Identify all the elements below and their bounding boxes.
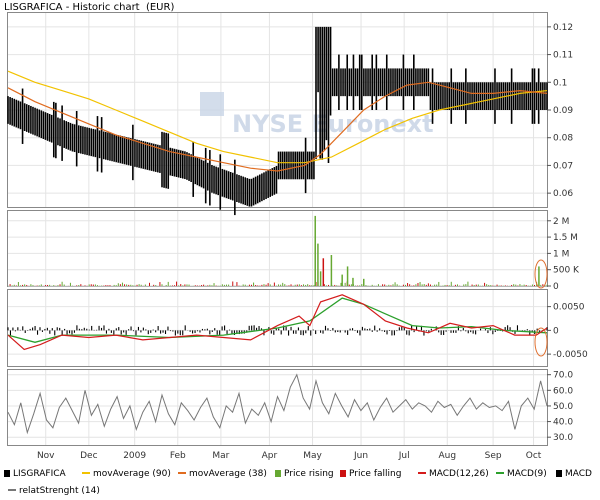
y-tick-label: 0.08: [553, 134, 573, 144]
legend-item: relatStrenght (14): [8, 483, 100, 500]
x-tick-label: Jul: [398, 451, 410, 461]
legend-swatch: [178, 472, 186, 474]
watermark-text: NYSE Euronext: [232, 110, 434, 138]
y-tick-label: 1.5 M: [553, 233, 578, 243]
legend-label: LISGRAFICA: [13, 469, 66, 479]
y-tick-label: 40.0: [553, 418, 573, 428]
legend-item: Price falling: [340, 466, 401, 483]
x-tick-label: Aug: [438, 451, 456, 461]
y-tick-label: -0.0050: [553, 350, 588, 360]
y-tick-label: 30.0: [553, 433, 573, 443]
y-tick-label: 0.12: [553, 23, 573, 33]
legend-label: Price falling: [349, 469, 402, 479]
legend-label: MACD(12,26): [429, 469, 489, 479]
x-tick-label: Mar: [212, 451, 229, 461]
legend-item: MACD(9): [496, 466, 547, 483]
watermark-logo: [200, 92, 224, 116]
legend-swatch: [556, 470, 562, 477]
x-tick-label: Oct: [526, 451, 542, 461]
legend-item: movAverage (38): [178, 466, 267, 483]
legend-label: MACD(9): [507, 469, 547, 479]
x-tick-label: May: [303, 451, 322, 461]
x-tick-label: Sep: [485, 451, 502, 461]
y-tick-label: 2 M: [553, 217, 569, 227]
x-tick-label: Nov: [37, 451, 55, 461]
chart-area: NYSE Euronext Nov Dec 2009 Feb Mar Apr May Jun J…: [7, 12, 588, 461]
y-tick-label: 0: [553, 326, 559, 336]
legend-item: LISGRAFICA: [4, 466, 66, 483]
y-tick-label: 50.0: [553, 402, 573, 412]
legend-swatch: [418, 472, 426, 474]
legend-label: relatStrenght (14): [19, 486, 100, 496]
legend-label: movAverage (38): [189, 469, 267, 479]
legend-swatch: [275, 470, 281, 477]
x-tick-label: 2009: [123, 451, 146, 461]
y-tick-label: 1 M: [553, 249, 569, 259]
y-tick-label: 60.0: [553, 386, 573, 396]
y-tick-label: 0.09: [553, 106, 573, 116]
legend-swatch: [4, 470, 10, 477]
legend-item: MACD: [556, 466, 592, 483]
y-tick-label: 0.11: [553, 51, 573, 61]
legend-label: Price rising: [284, 469, 334, 479]
x-tick-label: Apr: [262, 451, 278, 461]
legend-swatch: [340, 470, 346, 477]
legend-item: MACD(12,26): [418, 466, 489, 483]
x-tick-label: Dec: [80, 451, 97, 461]
x-tick-label: Feb: [170, 451, 186, 461]
legend-swatch: [496, 472, 504, 474]
y-tick-label: 0.0050: [553, 303, 585, 313]
legend-label: movAverage (90): [93, 469, 171, 479]
y-tick-label: 0.1: [553, 78, 567, 88]
legend-swatch: [8, 489, 16, 491]
legend-swatch: [82, 472, 90, 474]
legend-item: Price rising: [275, 466, 334, 483]
x-tick-label: Jun: [353, 451, 368, 461]
legend-label: MACD: [565, 469, 592, 479]
legend-item: movAverage (90): [82, 466, 171, 483]
y-tick-label: 0.06: [553, 189, 573, 199]
y-tick-label: 500 K: [553, 266, 580, 276]
y-tick-label: 70.0: [553, 371, 573, 381]
y-tick-label: 0: [553, 282, 559, 292]
y-tick-label: 0.07: [553, 161, 573, 171]
